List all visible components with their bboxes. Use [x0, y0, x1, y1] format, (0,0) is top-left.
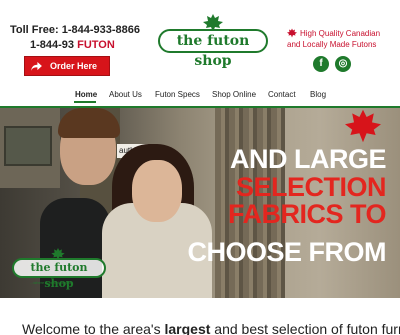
nav-home[interactable]: Home	[75, 90, 97, 99]
welcome-suffix: and best selection of futon furniture. W…	[214, 321, 400, 335]
toll-free-phone[interactable]: Toll Free: 1-844-933-8866	[10, 24, 140, 36]
order-here-label: Order Here	[50, 61, 98, 71]
active-nav-indicator	[74, 101, 96, 103]
site-header: Toll Free: 1-844-933-8866 1-844-93 FUTON…	[0, 0, 400, 80]
hero-headline-line-4: CHOOSE FROM	[187, 237, 386, 267]
alt-phone[interactable]: 1-844-93 FUTON	[30, 39, 115, 51]
hero-painting	[4, 126, 52, 166]
person-man-hair	[58, 108, 120, 138]
main-nav: Home About Us Futon Specs Shop Online Co…	[0, 84, 400, 106]
alt-phone-word: FUTON	[77, 39, 115, 51]
share-arrow-icon	[31, 61, 42, 71]
nav-contact[interactable]: Contact	[268, 90, 296, 99]
nav-blog[interactable]: Blog	[310, 90, 326, 99]
person-woman-face	[132, 160, 182, 222]
welcome-prefix: Welcome to the area's	[22, 321, 165, 335]
nav-futon-specs[interactable]: Futon Specs	[155, 90, 200, 99]
hero-logo-text: the futon shop	[12, 258, 106, 290]
hero-banner: auth the futon shop ...where comfort beg…	[0, 108, 400, 298]
hero-logo-tagline: ...where comfort begins	[30, 280, 72, 285]
alt-phone-prefix: 1-844-93	[30, 39, 75, 51]
instagram-icon[interactable]: ◎	[335, 56, 351, 72]
quality-tagline: High Quality Canadian and Locally Made F…	[287, 28, 399, 50]
hero-headline-line-3: FABRICS TO	[227, 199, 387, 229]
quality-line-2: and Locally Made Futons	[287, 40, 377, 49]
order-here-button[interactable]: Order Here	[24, 56, 110, 76]
hero-headline-line-1: AND LARGE	[230, 144, 387, 174]
logo-text: the futon shop	[158, 29, 268, 69]
quality-line-1: High Quality Canadian	[300, 29, 381, 38]
nav-about-us[interactable]: About Us	[109, 90, 142, 99]
nav-shop-online[interactable]: Shop Online	[212, 90, 256, 99]
site-logo[interactable]: the futon shop	[158, 14, 268, 69]
facebook-icon[interactable]: f	[313, 56, 329, 72]
welcome-bold: largest	[164, 321, 211, 335]
welcome-text: Welcome to the area's largest and best s…	[22, 321, 400, 335]
maple-leaf-icon	[287, 28, 297, 38]
hero-logo: the futon shop ...where comfort begins	[12, 248, 106, 290]
canada-maple-leaf-icon	[345, 109, 381, 143]
